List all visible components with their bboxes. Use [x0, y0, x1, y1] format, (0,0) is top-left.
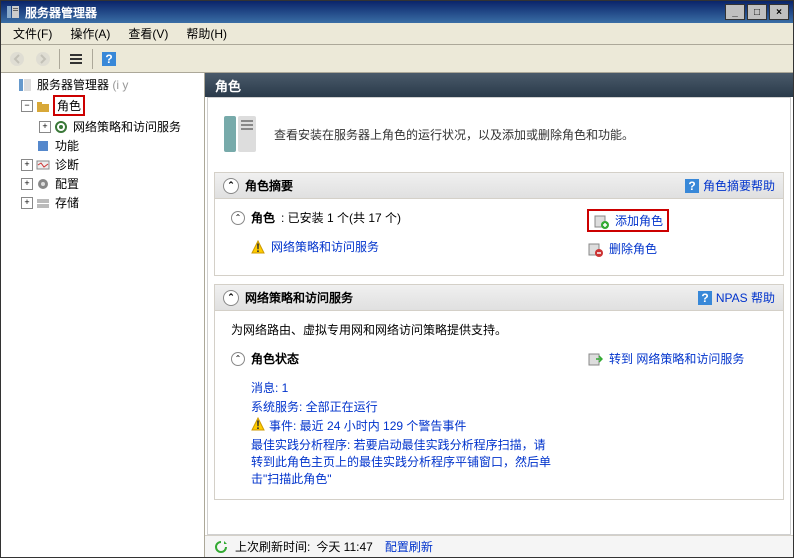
close-button[interactable]: ×	[769, 4, 789, 20]
intro-text: 查看安装在服务器上角色的运行状况，以及添加或删除角色和功能。	[274, 126, 634, 143]
roles-count-line: ⌃ 角色: 已安装 1 个(共 17 个)	[231, 209, 587, 226]
expander-icon[interactable]: +	[39, 121, 51, 133]
role-npas-link[interactable]: 网络策略和访问服务	[271, 238, 379, 255]
collapse-button[interactable]: ⌃	[223, 290, 239, 306]
help-icon: ?	[698, 291, 712, 305]
section-title: 角色摘要	[245, 177, 293, 194]
roles-summary-section: ⌃ 角色摘要 ? 角色摘要帮助 ⌃ 角色: 已安装 1 个(共 17 个)	[214, 172, 784, 276]
features-icon	[35, 138, 51, 154]
expander-icon[interactable]: +	[21, 178, 33, 190]
tree-root[interactable]: 服务器管理器 (i y	[3, 75, 202, 94]
npas-section-header: ⌃ 网络策略和访问服务 ? NPAS 帮助	[215, 285, 783, 311]
remove-role-link[interactable]: 删除角色	[587, 240, 767, 257]
menu-action[interactable]: 操作(A)	[62, 23, 118, 44]
footer-bar: 上次刷新时间: 今天 11:47 配置刷新	[205, 535, 793, 557]
svg-text:?: ?	[688, 179, 695, 193]
tree-diagnostics[interactable]: + 诊断	[21, 155, 202, 174]
last-refresh-value: 今天 11:47	[316, 538, 372, 555]
svg-text:!: !	[256, 418, 260, 431]
window-title: 服务器管理器	[25, 4, 725, 21]
warning-icon: !	[251, 240, 265, 254]
tree-npas[interactable]: + 网络策略和访问服务	[39, 117, 202, 136]
collapse-button[interactable]: ⌃	[231, 352, 245, 366]
bpa-link[interactable]: 最佳实践分析程序: 若要启动最佳实践分析程序扫描，请转到此角色主页上的最佳实践分…	[251, 436, 587, 487]
add-icon	[593, 213, 609, 229]
goto-npas-link[interactable]: 转到 网络策略和访问服务	[587, 350, 767, 367]
add-role-link[interactable]: 添加角色	[587, 209, 669, 232]
tree-storage[interactable]: + 存储	[21, 193, 202, 212]
minimize-button[interactable]: _	[725, 4, 745, 20]
role-status-line: ⌃ 角色状态	[231, 350, 587, 367]
menu-file[interactable]: 文件(F)	[5, 23, 60, 44]
collapse-button[interactable]: ⌃	[231, 211, 245, 225]
storage-icon	[35, 195, 51, 211]
help-icon: ?	[685, 179, 699, 193]
warning-icon: !	[251, 417, 265, 431]
collapse-button[interactable]: ⌃	[223, 178, 239, 194]
tree-features[interactable]: 功能	[21, 136, 202, 155]
help-button[interactable]: ?	[97, 48, 121, 70]
server-icon	[17, 77, 33, 93]
menu-help[interactable]: 帮助(H)	[178, 23, 235, 44]
tree-roles[interactable]: − 角色	[21, 94, 202, 117]
window-titlebar: 服务器管理器 _ □ ×	[1, 1, 793, 23]
roles-summary-help-link[interactable]: ? 角色摘要帮助	[685, 177, 775, 194]
toolbar: ?	[1, 45, 793, 73]
messages-link[interactable]: 消息: 1	[251, 379, 587, 396]
installed-role-entry: ! 网络策略和访问服务	[251, 238, 587, 255]
svg-text:?: ?	[701, 291, 708, 305]
expander-icon[interactable]: −	[21, 100, 33, 112]
svg-text:!: !	[256, 241, 260, 254]
npas-section: ⌃ 网络策略和访问服务 ? NPAS 帮助 为网络路由、虚拟专用网和网络访问策略…	[214, 284, 784, 500]
section-title: 网络策略和访问服务	[245, 289, 353, 306]
npas-description: 为网络路由、虚拟专用网和网络访问策略提供支持。	[231, 321, 767, 338]
menu-view[interactable]: 查看(V)	[120, 23, 176, 44]
window-buttons: _ □ ×	[725, 4, 789, 20]
server-large-icon	[218, 112, 262, 156]
configure-refresh-link[interactable]: 配置刷新	[385, 538, 433, 555]
expander-icon[interactable]: +	[21, 159, 33, 171]
npas-icon	[53, 119, 69, 135]
remove-icon	[587, 241, 603, 257]
goto-icon	[587, 351, 603, 367]
maximize-button[interactable]: □	[747, 4, 767, 20]
tree-view[interactable]: 服务器管理器 (i y − 角色 + 网络策略和访问服务 功能	[1, 73, 205, 557]
content-body: 查看安装在服务器上角色的运行状况，以及添加或删除角色和功能。 ⌃ 角色摘要 ? …	[207, 97, 791, 535]
intro-row: 查看安装在服务器上角色的运行状况，以及添加或删除角色和功能。	[214, 104, 784, 172]
events-link[interactable]: ! 事件: 最近 24 小时内 129 个警告事件	[251, 417, 587, 434]
roles-icon	[35, 98, 51, 114]
last-refresh-label: 上次刷新时间:	[235, 538, 310, 555]
menu-bar: 文件(F) 操作(A) 查看(V) 帮助(H)	[1, 23, 793, 45]
svg-text:?: ?	[105, 52, 112, 66]
toolbar-separator	[59, 49, 60, 69]
diagnostics-icon	[35, 157, 51, 173]
tree-configuration[interactable]: + 配置	[21, 174, 202, 193]
expander-icon[interactable]: +	[21, 197, 33, 209]
content-header: 角色	[205, 73, 793, 97]
services-link[interactable]: 系统服务: 全部正在运行	[251, 398, 587, 415]
forward-button	[31, 48, 55, 70]
refresh-button[interactable]	[64, 48, 88, 70]
app-icon	[5, 4, 21, 20]
refresh-icon	[213, 539, 229, 555]
back-button	[5, 48, 29, 70]
npas-help-link[interactable]: ? NPAS 帮助	[698, 289, 775, 306]
content-panel: 角色 查看安装在服务器上角色的运行状况，以及添加或删除角色和功能。 ⌃ 角色摘要…	[205, 73, 793, 557]
gear-icon	[35, 176, 51, 192]
roles-summary-header: ⌃ 角色摘要 ? 角色摘要帮助	[215, 173, 783, 199]
toolbar-separator	[92, 49, 93, 69]
